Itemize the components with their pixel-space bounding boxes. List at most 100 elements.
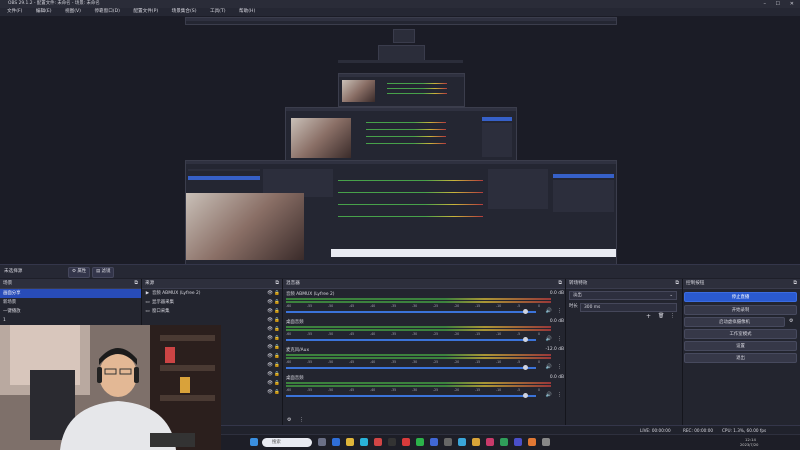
tick-label: -55	[307, 332, 313, 336]
lock-icon[interactable]: 🔒	[274, 300, 280, 305]
menu-view[interactable]: 视图(V)	[65, 8, 81, 16]
task-view-icon[interactable]	[318, 438, 326, 446]
volume-slider[interactable]	[286, 339, 536, 341]
tick-label: -15	[475, 332, 481, 336]
speaker-icon[interactable]: 🔊	[546, 336, 552, 342]
scene-item[interactable]: 画面分享	[0, 289, 141, 298]
stop-streaming-button[interactable]: 停止直播	[684, 292, 797, 302]
lock-icon[interactable]: 🔒	[274, 318, 280, 323]
menu-edit[interactable]: 编辑(E)	[36, 8, 52, 16]
settings-button[interactable]: 设置	[684, 341, 797, 351]
more-icon[interactable]: ⋮	[557, 336, 562, 342]
transition-select[interactable]: 淡出 ⌄	[569, 291, 677, 300]
app-icon[interactable]	[486, 438, 494, 446]
gear-icon[interactable]: ⚙	[789, 318, 793, 324]
app-icon[interactable]	[500, 438, 508, 446]
source-label: 窗口采集	[152, 309, 170, 314]
app-icon[interactable]	[458, 438, 466, 446]
menu-profile[interactable]: 配置文件(P)	[133, 8, 158, 16]
tick-label: -40	[370, 332, 376, 336]
app-icon[interactable]	[374, 438, 382, 446]
speaker-icon[interactable]: 🔊	[546, 364, 552, 370]
minimize-icon[interactable]: –	[764, 0, 767, 8]
volume-slider[interactable]	[286, 395, 536, 397]
preview-canvas[interactable]	[0, 16, 800, 266]
menu-tools[interactable]: 工具(T)	[210, 8, 226, 16]
app-icon[interactable]	[514, 438, 522, 446]
app-icon[interactable]	[528, 438, 536, 446]
system-date[interactable]: 2023/7/20	[740, 443, 758, 447]
volume-slider[interactable]	[286, 367, 536, 369]
lock-icon[interactable]: 🔒	[274, 336, 280, 341]
app-icon[interactable]	[542, 438, 550, 446]
app-icon[interactable]	[472, 438, 480, 446]
dock-undock-icon[interactable]: ⧉	[675, 279, 679, 288]
dock-undock-icon[interactable]: ⧉	[793, 279, 797, 288]
volume-slider-knob[interactable]	[523, 393, 528, 398]
maximize-icon[interactable]: ☐	[776, 0, 780, 8]
menu-scene-collection[interactable]: 场景集合(S)	[172, 8, 197, 16]
volume-slider[interactable]	[286, 311, 536, 313]
exit-button[interactable]: 退出	[684, 353, 797, 363]
dock-undock-icon[interactable]: ⧉	[558, 279, 562, 288]
windows-start-icon[interactable]	[250, 438, 258, 446]
close-icon[interactable]: ✕	[790, 0, 794, 8]
dock-undock-icon[interactable]: ⧉	[275, 279, 279, 288]
filters-button[interactable]: ▤ 滤镜	[92, 267, 115, 278]
start-recording-button[interactable]: 开始录制	[684, 305, 797, 315]
trash-icon[interactable]: 🗑	[658, 313, 664, 319]
app-icon[interactable]	[416, 438, 424, 446]
scene-item[interactable]: 一键播放	[0, 307, 141, 316]
more-icon[interactable]: ⋮	[670, 313, 675, 319]
lock-icon[interactable]: 🔒	[274, 390, 280, 395]
lock-icon[interactable]: 🔒	[274, 363, 280, 368]
volume-slider-knob[interactable]	[523, 309, 528, 314]
start-virtual-camera-button[interactable]: 启动虚拟摄像机	[684, 317, 785, 327]
speaker-icon[interactable]: 🔊	[546, 392, 552, 398]
more-icon[interactable]: ⋮	[557, 364, 562, 370]
lock-icon[interactable]: 🔒	[274, 345, 280, 350]
search-input[interactable]: 搜索	[262, 438, 312, 447]
menu-docks[interactable]: 停靠窗口(D)	[94, 8, 120, 16]
tick-label: -20	[454, 304, 460, 308]
properties-button[interactable]: ⚙ 属性	[68, 267, 91, 278]
more-icon[interactable]: ⋮	[557, 308, 562, 314]
studio-mode-button[interactable]: 工作室模式	[684, 329, 797, 339]
explorer-icon[interactable]	[346, 438, 354, 446]
lock-icon[interactable]: 🔒	[274, 372, 280, 377]
scene-item[interactable]: 1	[0, 316, 141, 325]
channel-db: 0.0 dB	[549, 375, 564, 380]
duration-input[interactable]: 300 ms	[580, 303, 677, 312]
lock-icon[interactable]: 🔒	[274, 309, 280, 314]
source-item[interactable]: ▭ 窗口采集 👁 🔒	[142, 307, 282, 316]
system-clock[interactable]: 12:14	[745, 437, 756, 442]
menu-help[interactable]: 帮助(H)	[239, 8, 255, 16]
mixer-settings-icon[interactable]: ⚙	[287, 417, 291, 423]
source-item[interactable]: ▶ 音频 ABMUX (Lyfree 2) 👁 🔒	[142, 289, 282, 298]
tick-label: -45	[349, 388, 355, 392]
obs-icon[interactable]	[388, 438, 396, 446]
scene-item[interactable]: 新场景	[0, 298, 141, 307]
menu-file[interactable]: 文件(F)	[7, 8, 22, 16]
level-meter	[286, 298, 551, 300]
lock-icon[interactable]: 🔒	[274, 291, 280, 296]
lock-icon[interactable]: 🔒	[274, 381, 280, 386]
more-icon[interactable]: ⋮	[557, 392, 562, 398]
app-icon[interactable]	[360, 438, 368, 446]
dock-undock-icon[interactable]: ⧉	[134, 279, 138, 288]
meter-ticks: -60 -55 -50 -45 -40 -35 -30 -25 -20 -15 -10 -5 0	[286, 388, 551, 393]
app-icon[interactable]	[430, 438, 438, 446]
more-icon[interactable]: ⋮	[299, 417, 304, 423]
add-icon[interactable]: +	[646, 313, 651, 320]
app-icon[interactable]	[444, 438, 452, 446]
edge-icon[interactable]	[332, 438, 340, 446]
source-item[interactable]: ▭ 显示器采集 👁 🔒	[142, 298, 282, 307]
lock-icon[interactable]: 🔒	[274, 354, 280, 359]
lock-icon[interactable]: 🔒	[274, 327, 280, 332]
volume-slider-knob[interactable]	[523, 337, 528, 342]
tick-label: -35	[391, 332, 397, 336]
speaker-icon[interactable]: 🔊	[546, 308, 552, 314]
app-icon[interactable]	[402, 438, 410, 446]
source-item[interactable]: 👁 🔒	[142, 316, 282, 325]
volume-slider-knob[interactable]	[523, 365, 528, 370]
